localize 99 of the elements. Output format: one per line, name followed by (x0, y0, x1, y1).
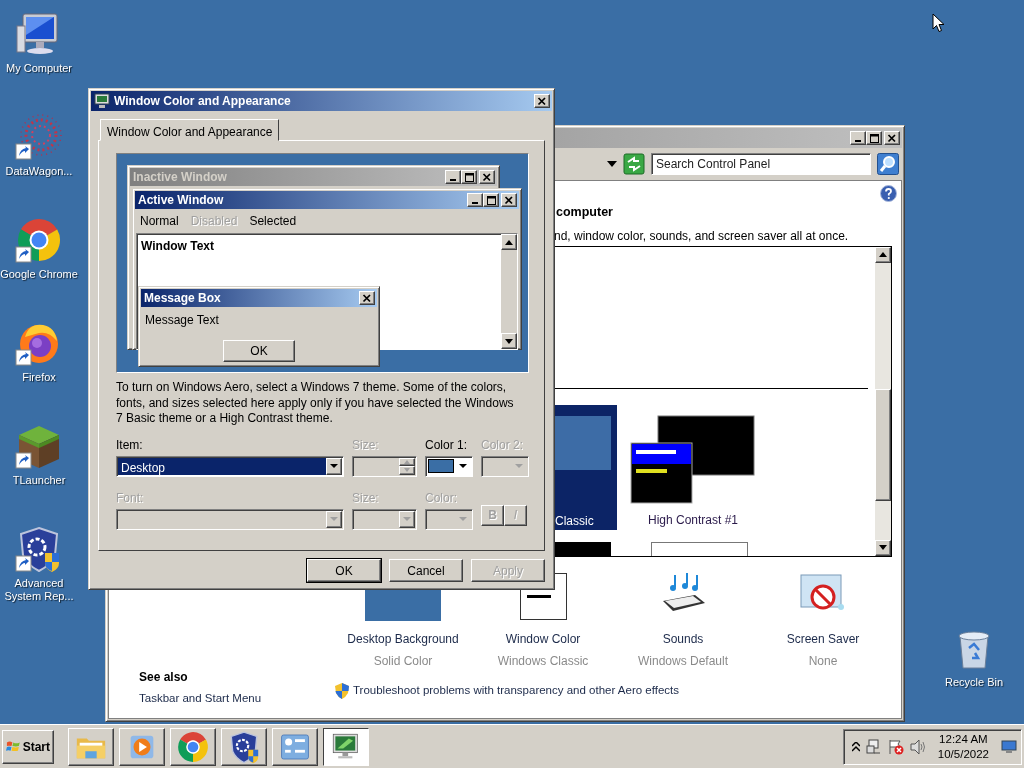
setting-value: Windows Default (637, 652, 728, 670)
message-text: Message Text (144, 312, 220, 329)
link[interactable]: Taskbar and Start Menu (139, 689, 335, 707)
arrow-down-icon (879, 545, 887, 551)
scroll-up-button[interactable] (875, 246, 891, 263)
arrow-up-icon (404, 459, 410, 464)
clock-time[interactable]: 12:24 AM (939, 731, 988, 747)
caret-icon (459, 517, 467, 521)
chevron-up-icon[interactable] (851, 741, 860, 752)
field-label: Item: (116, 436, 144, 454)
close-button[interactable] (534, 94, 550, 108)
menu-item[interactable]: Selected (249, 212, 297, 230)
flag-error-icon[interactable] (887, 738, 904, 755)
arrow-down-icon (505, 338, 513, 344)
scroll-down-button[interactable] (501, 333, 517, 349)
link[interactable]: Troubleshoot problems with transparency and other Aero effects (353, 682, 679, 700)
refresh-icon[interactable] (623, 153, 645, 175)
window-title: Message Box (144, 290, 221, 307)
shortcut-dotted-ring-icon[interactable] (15, 113, 63, 161)
scrollbar-thumb[interactable] (875, 388, 891, 501)
caret-icon (459, 464, 467, 468)
theme-thumbnail[interactable] (651, 541, 748, 556)
minimize-icon (472, 202, 478, 204)
menu-item[interactable]: Normal (140, 212, 179, 230)
maximize-button[interactable] (461, 170, 477, 184)
close-button[interactable] (501, 193, 517, 207)
scroll-down-button[interactable] (875, 539, 891, 556)
section-heading: computer (556, 204, 614, 221)
search-field[interactable]: Search Control Panel (651, 153, 871, 175)
maximize-icon (869, 133, 879, 143)
dialog-button[interactable]: OK (307, 559, 381, 582)
minimize-icon (855, 140, 861, 142)
caret-icon (515, 464, 523, 468)
description-text: nd, window color, sounds, and screen saver all at once. (554, 227, 850, 245)
section-heading: See also (139, 668, 189, 686)
maximize-button[interactable] (483, 193, 499, 207)
close-icon (887, 133, 897, 143)
maximize-button[interactable] (866, 131, 882, 145)
setting-value: Windows Classic (497, 652, 589, 670)
close-button[interactable] (359, 291, 375, 305)
maximize-icon (486, 195, 496, 205)
caret-icon (330, 464, 338, 468)
icon-label[interactable]: DataWagon... (0, 165, 82, 178)
caret-icon (330, 517, 338, 521)
window-title: Window Color and Appearance (114, 93, 291, 110)
setting-link[interactable]: Desktop Background (347, 629, 459, 648)
minimize-button[interactable] (850, 131, 866, 145)
icon-label[interactable]: TLauncher (0, 474, 82, 487)
setting-link[interactable]: Screen Saver (786, 629, 860, 648)
cursor-icon (932, 13, 945, 33)
close-icon (537, 96, 547, 106)
browser-icon (176, 729, 210, 764)
window-title: Inactive Window (133, 169, 227, 186)
arrow-down-icon (404, 468, 410, 473)
arrow-up-icon (505, 239, 513, 245)
search-icon[interactable] (877, 153, 899, 175)
setting-link[interactable]: Sounds (662, 629, 704, 648)
theme-tile[interactable]: Classic (555, 404, 617, 530)
close-button[interactable] (884, 131, 900, 145)
start-button[interactable]: Start (2, 729, 54, 764)
icon-label[interactable]: My Computer (0, 62, 82, 75)
scroll-up-button[interactable] (501, 234, 517, 250)
arrow-up-icon (879, 252, 887, 258)
dropdown[interactable]: Desktop (116, 455, 344, 477)
icon-label[interactable]: Google Chrome (0, 268, 82, 281)
field-label: Color 1: (425, 436, 469, 454)
color-picker[interactable] (425, 455, 473, 477)
window-title: Active Window (138, 192, 224, 209)
maximize-icon (464, 172, 474, 182)
theme-thumbnail[interactable] (555, 541, 611, 556)
setting-value: None (808, 652, 838, 670)
network-icon[interactable] (865, 738, 882, 755)
show-desktop-icon[interactable] (1001, 739, 1017, 754)
setting-link[interactable]: Window Color (505, 629, 581, 648)
close-icon (362, 293, 372, 303)
icon-label[interactable]: Firefox (0, 371, 82, 384)
icon-label[interactable]: Recycle Bin (931, 676, 1017, 689)
instruction-text: To turn on Windows Aero, select a Windows 7 theme. Some of the colors, fonts, and sizes selected here apply only if you have selected the Windows 7 Basic theme or a High Contrast theme. (116, 380, 515, 427)
minimize-button[interactable] (445, 170, 461, 184)
shortcut-browser-icon[interactable] (15, 216, 63, 264)
taskbar-button[interactable] (323, 727, 369, 766)
dropdown-arrow-icon[interactable] (607, 161, 617, 167)
tab[interactable]: Window Color and Appearance (100, 119, 280, 141)
caret-icon (403, 517, 411, 521)
display-icon (94, 93, 110, 109)
close-icon (482, 172, 492, 182)
ok-button[interactable]: OK (223, 340, 295, 362)
close-icon (504, 195, 514, 205)
setting-value: Solid Color (373, 652, 433, 670)
clock-date[interactable]: 10/5/2022 (937, 746, 989, 762)
help-icon[interactable] (880, 185, 897, 202)
dialog-button[interactable]: Cancel (389, 559, 463, 582)
minimize-button[interactable] (467, 193, 483, 207)
shield-icon (335, 682, 349, 699)
speaker-icon[interactable] (909, 738, 926, 755)
close-button[interactable] (479, 170, 495, 184)
icon-label[interactable]: Advanced System Rep... (0, 577, 82, 603)
theme-tile[interactable]: High Contrast #1 (623, 404, 763, 530)
window-text: Window Text (140, 238, 215, 255)
